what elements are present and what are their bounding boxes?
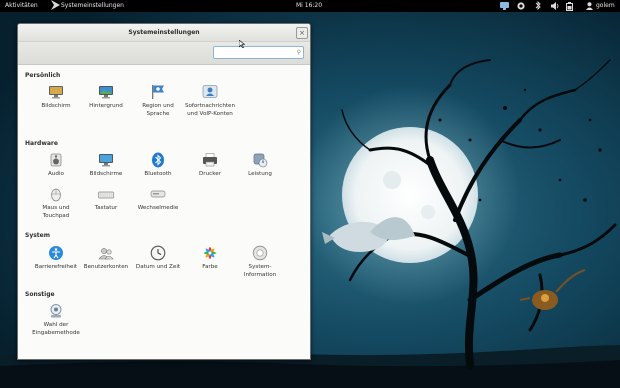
settings-item-region[interactable]: Region und Sprache bbox=[132, 84, 184, 118]
window-toolbar: ⚲ bbox=[18, 42, 310, 66]
network-icon[interactable] bbox=[517, 2, 525, 15]
display-icon bbox=[49, 86, 63, 99]
system-info-icon bbox=[252, 245, 268, 261]
bluetooth-icon bbox=[152, 152, 164, 168]
activities-button[interactable]: Aktivitäten bbox=[5, 0, 38, 12]
settings-item-label: Datum und Zeit bbox=[135, 264, 181, 270]
monitor-icon bbox=[99, 154, 113, 167]
settings-item-printers[interactable]: Drucker bbox=[184, 152, 236, 178]
section-title-other: Sonstige bbox=[25, 291, 55, 298]
close-button[interactable]: × bbox=[296, 27, 308, 39]
settings-item-online-accounts[interactable]: Sofortnachrichten und VoIP-Konten bbox=[184, 84, 236, 118]
settings-item-label: Sofortnachrichten und VoIP-Konten bbox=[184, 103, 236, 117]
removable-media-icon bbox=[150, 190, 166, 198]
section-title-personal: Persönlich bbox=[25, 72, 61, 79]
settings-item-power[interactable]: Leistung bbox=[234, 152, 286, 178]
settings-item-label: Wahl der Eingabemethode bbox=[32, 322, 80, 336]
clock-icon bbox=[150, 245, 166, 261]
user-menu[interactable]: golem bbox=[596, 0, 615, 12]
settings-item-display[interactable]: Bildschirm bbox=[30, 84, 82, 110]
settings-item-label: Benutzerkonten bbox=[83, 264, 129, 270]
printer-icon bbox=[203, 153, 217, 167]
settings-item-label: Region und Sprache bbox=[142, 103, 174, 117]
settings-item-bluetooth[interactable]: Bluetooth bbox=[132, 152, 184, 178]
settings-item-background[interactable]: Hintergrund bbox=[80, 84, 132, 110]
clock[interactable]: Mi 16:20 bbox=[296, 0, 322, 12]
settings-item-removable-media[interactable]: Wechselmedie bbox=[132, 186, 184, 212]
settings-item-label: Hintergrund bbox=[89, 103, 123, 109]
users-icon bbox=[98, 248, 114, 260]
volume-icon[interactable] bbox=[551, 2, 560, 15]
settings-item-label: Bildschirme bbox=[89, 171, 123, 177]
settings-item-label: Bildschirm bbox=[41, 103, 71, 109]
background-icon bbox=[99, 86, 113, 99]
settings-item-input-method[interactable]: Wahl der Eingabemethode bbox=[30, 303, 82, 337]
search-icon[interactable]: ⚲ bbox=[297, 47, 301, 58]
section-title-system: System bbox=[25, 232, 50, 239]
accessibility-icon bbox=[49, 246, 63, 260]
keyboard-icon bbox=[98, 191, 114, 199]
search-box[interactable]: ⚲ bbox=[213, 46, 304, 66]
settings-item-label: Bluetooth bbox=[144, 171, 172, 177]
settings-item-label: Wechselmedie bbox=[137, 205, 179, 211]
online-accounts-icon bbox=[202, 85, 218, 98]
bluetooth-menu-icon[interactable] bbox=[535, 0, 541, 15]
settings-item-keyboard[interactable]: Tastatur bbox=[80, 186, 132, 212]
settings-item-label: Tastatur bbox=[94, 205, 118, 211]
settings-item-label: Drucker bbox=[198, 171, 221, 177]
speaker-icon bbox=[50, 153, 62, 167]
settings-item-system-info[interactable]: System-Information bbox=[234, 245, 286, 279]
window-title: Systemeinstellungen bbox=[128, 29, 200, 36]
app-menu[interactable]: Systemeinstellungen bbox=[61, 0, 124, 12]
top-bar: Aktivitäten Systemeinstellungen Mi 16:20… bbox=[0, 0, 620, 12]
settings-item-date-time[interactable]: Datum und Zeit bbox=[132, 245, 184, 271]
window-titlebar[interactable]: Systemeinstellungen × bbox=[18, 24, 310, 42]
accessibility-menu-icon[interactable] bbox=[500, 2, 509, 15]
settings-item-label: Maus und Touchpad bbox=[42, 205, 70, 219]
color-icon bbox=[204, 247, 216, 259]
power-icon bbox=[253, 153, 268, 168]
settings-window: Systemeinstellungen × ⚲ Persönlich Bilds… bbox=[17, 23, 311, 360]
input-method-icon bbox=[50, 304, 62, 318]
settings-item-color[interactable]: Farbe bbox=[184, 245, 236, 271]
mouse-pointer-icon bbox=[239, 40, 245, 48]
user-status-icon[interactable] bbox=[586, 2, 593, 15]
settings-item-mouse[interactable]: Maus und Touchpad bbox=[30, 186, 82, 220]
settings-item-label: System-Information bbox=[243, 264, 277, 278]
settings-item-users[interactable]: Benutzerkonten bbox=[80, 245, 132, 271]
battery-icon[interactable] bbox=[566, 2, 573, 16]
settings-item-label: Barrierefreiheit bbox=[34, 264, 78, 270]
close-icon: × bbox=[299, 29, 305, 37]
settings-item-audio[interactable]: Audio bbox=[30, 152, 82, 178]
settings-item-label: Leistung bbox=[248, 171, 272, 177]
region-flag-icon bbox=[152, 85, 164, 99]
mouse-icon bbox=[51, 188, 61, 202]
app-menu-icon[interactable] bbox=[51, 0, 60, 12]
settings-item-label: Audio bbox=[48, 171, 64, 177]
settings-item-label: Farbe bbox=[202, 264, 218, 270]
section-title-hardware: Hardware bbox=[25, 140, 58, 147]
settings-item-monitors[interactable]: Bildschirme bbox=[80, 152, 132, 178]
search-input[interactable] bbox=[214, 55, 292, 66]
settings-item-accessibility[interactable]: Barrierefreiheit bbox=[30, 245, 82, 271]
